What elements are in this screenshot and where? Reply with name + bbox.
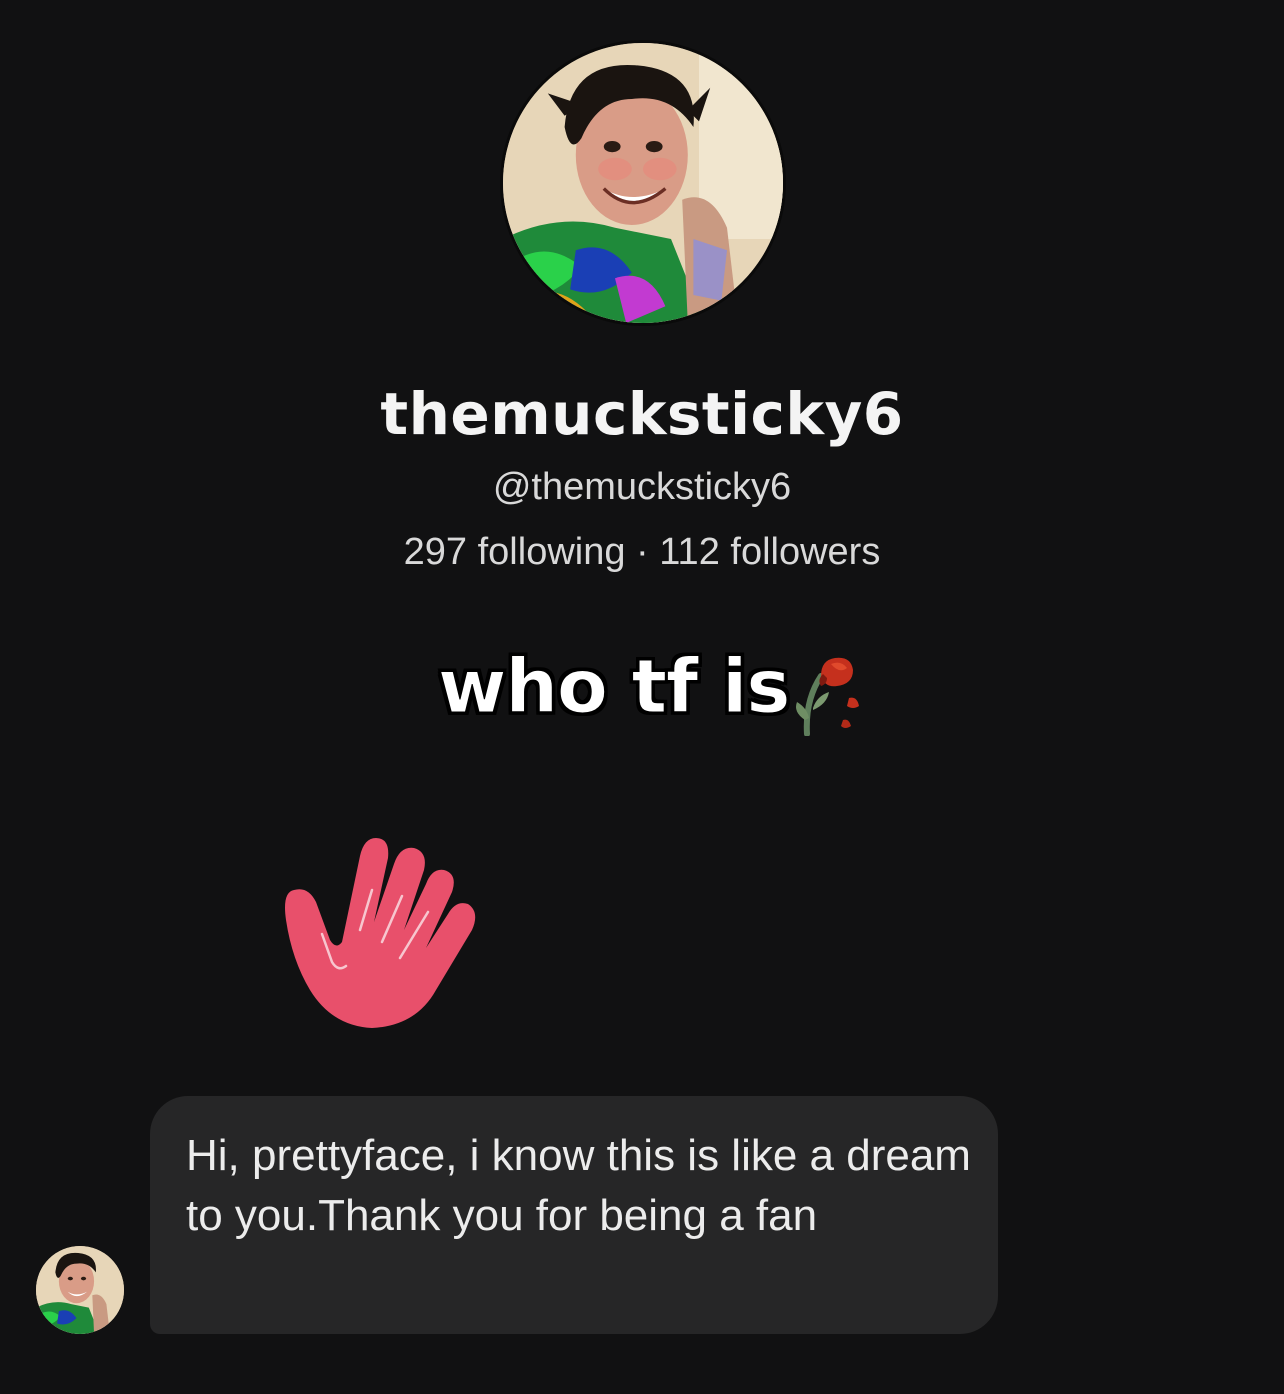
waving-hand-icon[interactable] <box>276 830 480 1036</box>
overlay-caption-text: who tf is <box>437 644 790 730</box>
sender-avatar-icon <box>36 1246 124 1334</box>
message-row: Hi, prettyface, i know this is like a dr… <box>0 1096 1284 1336</box>
profile-photo-icon <box>503 43 783 323</box>
profile-handle: @themucksticky6 <box>492 466 792 508</box>
message-text: Hi, prettyface, i know this is like a dr… <box>186 1131 971 1240</box>
message-bubble[interactable]: Hi, prettyface, i know this is like a dr… <box>150 1096 998 1334</box>
profile-avatar[interactable] <box>500 40 786 326</box>
overlay-caption: who tf is <box>437 644 877 736</box>
wilted-rose-icon <box>796 657 860 736</box>
profile-display-name: themucksticky6 <box>380 380 904 448</box>
follow-stats: 297 following · 112 followers <box>403 531 881 573</box>
sender-avatar[interactable] <box>36 1246 124 1334</box>
